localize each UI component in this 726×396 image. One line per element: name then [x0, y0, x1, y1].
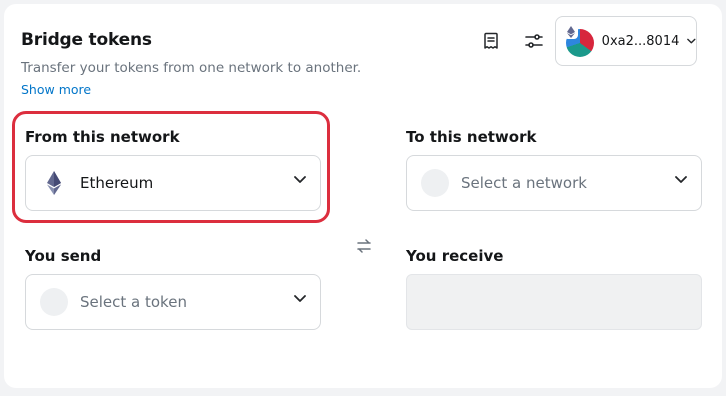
ethereum-icon [564, 25, 578, 39]
token-placeholder-icon [40, 288, 68, 316]
avatar [564, 25, 594, 57]
page-subtitle: Transfer your tokens from one network to… [21, 60, 362, 76]
settings-button[interactable] [519, 26, 549, 56]
sliders-icon [525, 34, 543, 48]
chevron-down-icon [687, 38, 696, 43]
account-picker[interactable]: 0xa2...8014 [555, 16, 697, 66]
send-label: You send [25, 247, 102, 265]
to-network-select[interactable]: Select a network [406, 155, 702, 211]
activity-button[interactable] [476, 26, 506, 56]
network-placeholder-icon [421, 169, 449, 197]
send-token-select[interactable]: Select a token [25, 274, 321, 330]
to-network-placeholder: Select a network [461, 174, 587, 192]
show-more-link[interactable]: Show more [21, 82, 91, 97]
to-network-label: To this network [406, 128, 537, 146]
chevron-down-icon [675, 176, 687, 183]
swap-arrows-icon [357, 239, 371, 253]
receive-label: You receive [406, 247, 504, 265]
receipt-icon [484, 32, 498, 49]
account-address: 0xa2...8014 [601, 33, 680, 49]
page-title: Bridge tokens [21, 30, 152, 50]
chevron-down-icon [294, 295, 306, 302]
receive-amount-field [406, 274, 702, 330]
from-network-highlight [12, 111, 330, 223]
swap-button[interactable] [352, 236, 376, 256]
send-token-placeholder: Select a token [80, 293, 187, 311]
